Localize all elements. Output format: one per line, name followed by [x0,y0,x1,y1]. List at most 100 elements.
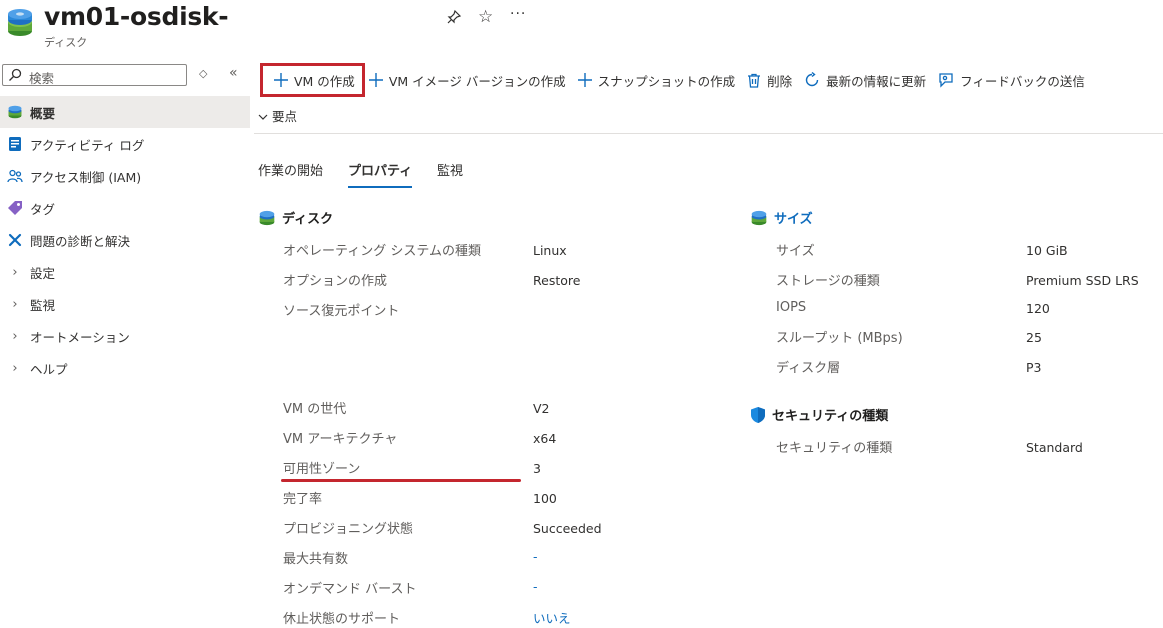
pin-icon[interactable] [446,9,462,25]
create-snapshot-button[interactable]: スナップショットの作成 [572,65,742,95]
property-label: プロビジョニング状態 [283,522,414,537]
create-snapshot-label: スナップショットの作成 [597,73,736,89]
property-value-link[interactable]: - [533,549,538,564]
sidebar-group-automation[interactable]: › オートメーション [0,320,250,352]
create-image-version-button[interactable]: VM イメージ バージョンの作成 [363,65,572,95]
refresh-label: 最新の情報に更新 [826,73,927,89]
property-label: 休止状態のサポート [283,612,401,627]
disk-icon [750,209,768,227]
create-vm-label: VM の作成 [294,73,355,89]
more-options-icon[interactable]: ··· [510,6,526,22]
size-section-title[interactable]: サイズ [750,208,813,227]
favorite-star-icon[interactable]: ☆ [478,8,493,26]
availability-zone-value: 3 [533,461,541,476]
activity-log-icon [6,135,24,153]
delete-button[interactable]: 削除 [741,65,798,95]
property-value: P3 [1026,360,1042,375]
property-label: VM アーキテクチャ [283,432,398,447]
sidebar-search-input[interactable]: 検索 [2,64,187,86]
property-label: オペレーティング システムの種類 [283,244,481,259]
essentials-label: 要点 [272,109,298,124]
section-title-text: ディスク [282,212,334,227]
tab-properties[interactable]: プロパティ [348,160,412,179]
chevron-right-icon: › [12,296,18,312]
collapse-sidebar-icon[interactable]: « [229,65,238,81]
tab-monitoring[interactable]: 監視 [437,160,463,179]
sidebar-item-label: タグ [30,201,56,217]
property-label: ディスク層 [776,361,841,376]
feedback-icon [938,72,954,88]
disk-icon [258,209,276,227]
sidebar-group-help[interactable]: › ヘルプ [0,352,250,384]
plus-icon [368,73,383,87]
property-value: Restore [533,273,581,288]
disk-icon [4,8,36,40]
sidebar-item-label: 概要 [30,105,56,121]
sidebar-item-label: アクティビティ ログ [30,137,145,153]
property-value: 120 [1026,301,1050,316]
feedback-button[interactable]: フィードバックの送信 [932,65,1091,95]
security-section-title: セキュリティの種類 [750,405,888,424]
feedback-label: フィードバックの送信 [960,73,1085,89]
sidebar-group-settings[interactable]: › 設定 [0,256,250,288]
property-label: IOPS [776,300,807,315]
search-icon [8,68,22,86]
iam-people-icon [6,167,24,185]
tab-get-started[interactable]: 作業の開始 [258,160,323,179]
section-title-text: サイズ [774,212,813,227]
active-tab-indicator [348,186,412,188]
chevron-right-icon: › [12,328,18,344]
page-subtitle: ディスク [44,36,88,49]
create-vm-button[interactable]: VM の作成 [260,63,365,97]
chevron-right-icon: › [12,264,18,280]
property-value: 100 [533,491,557,506]
sidebar-item-overview[interactable]: 概要 [0,96,250,128]
property-value: Standard [1026,440,1083,455]
plus-icon [274,73,288,87]
page-title: vm01-osdisk- [44,2,229,31]
property-value: V2 [533,401,550,416]
property-value: 25 [1026,330,1042,345]
property-value: 10 GiB [1026,243,1068,258]
sidebar-group-monitoring[interactable]: › 監視 [0,288,250,320]
create-image-label: VM イメージ バージョンの作成 [388,73,566,89]
property-label: VM の世代 [283,402,347,417]
property-value: Linux [533,243,567,258]
sidebar-item-label: オートメーション [30,329,130,345]
sidebar-item-diagnose[interactable]: 問題の診断と解決 [0,224,250,256]
sidebar-item-iam[interactable]: アクセス制御 (IAM) [0,160,250,192]
tag-icon [6,199,24,217]
property-label: ストレージの種類 [776,274,880,289]
sidebar-item-label: 設定 [30,265,56,281]
wrench-icon [6,231,24,249]
property-label: 完了率 [283,492,323,507]
trash-icon [747,73,761,88]
sidebar-item-tags[interactable]: タグ [0,192,250,224]
property-label: オンデマンド バースト [283,582,417,597]
property-label: セキュリティの種類 [776,441,893,456]
plus-icon [577,73,592,87]
disk-section-title: ディスク [258,208,333,227]
availability-zone-label: 可用性ゾーン [283,462,361,477]
refresh-button[interactable]: 最新の情報に更新 [798,65,932,95]
divider [254,133,1163,134]
sidebar-item-activity-log[interactable]: アクティビティ ログ [0,128,250,160]
chevron-down-icon [258,109,268,124]
sidebar-item-label: 問題の診断と解決 [30,233,131,249]
property-label: オプションの作成 [283,274,388,289]
sidebar-item-label: 監視 [30,297,56,313]
sort-icon[interactable]: ◇ [199,67,207,80]
sidebar-item-label: アクセス制御 (IAM) [30,169,142,185]
sidebar-nav: 概要 アクティビティ ログ アクセス制御 (IAM) タグ 問題の診断と解決 ›… [0,96,250,384]
property-value-link[interactable]: いいえ [533,608,571,627]
property-value: Premium SSD LRS [1026,273,1139,288]
property-value-link[interactable]: - [533,579,538,594]
chevron-right-icon: › [12,360,18,376]
refresh-icon [804,72,820,88]
property-label: サイズ [776,244,815,259]
highlight-underline [281,479,521,482]
property-value: Succeeded [533,521,602,536]
property-label: 最大共有数 [283,552,349,567]
essentials-toggle[interactable]: 要点 [258,106,297,125]
shield-icon [750,406,766,424]
